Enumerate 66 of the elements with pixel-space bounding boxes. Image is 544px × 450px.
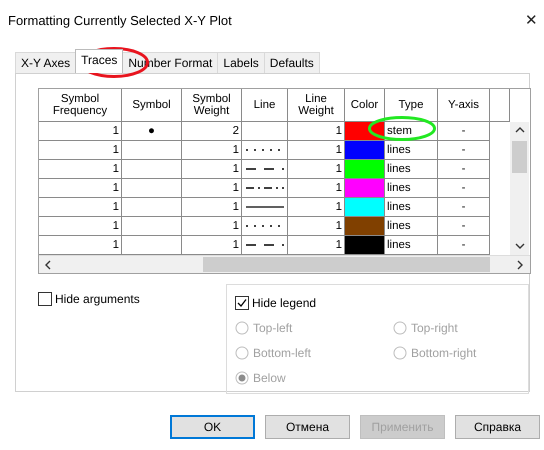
- table-cell: 1: [39, 122, 122, 141]
- radio-label: Bottom-left: [253, 346, 312, 360]
- table-cell: lines: [385, 198, 438, 217]
- column-header: Line Weight: [288, 89, 345, 122]
- column-header: Y-axis: [438, 89, 490, 122]
- dialog-button[interactable]: OK: [170, 415, 255, 439]
- checkbox-label: Hide arguments: [55, 292, 140, 306]
- table-cell: 1: [182, 198, 242, 217]
- table-cell: 1: [39, 198, 122, 217]
- checkbox-label: Hide legend: [252, 296, 316, 310]
- column-header: Type: [385, 89, 438, 122]
- color-swatch[interactable]: [345, 160, 384, 178]
- table-cell: -: [438, 217, 490, 236]
- close-button[interactable]: ✕: [525, 11, 538, 29]
- table-cell: lines: [385, 141, 438, 160]
- table-cell: ●: [122, 122, 182, 141]
- tab[interactable]: Traces: [75, 49, 124, 73]
- table-cell: 1: [39, 179, 122, 198]
- scrollbar-thumb[interactable]: [203, 257, 490, 272]
- color-swatch[interactable]: [345, 198, 384, 216]
- dialog-button[interactable]: Справка: [455, 415, 540, 439]
- vertical-scrollbar[interactable]: [510, 122, 529, 255]
- dialog-button[interactable]: Отмена: [265, 415, 350, 439]
- color-swatch[interactable]: [345, 217, 384, 235]
- column-header: Symbol Weight: [182, 89, 242, 122]
- checkbox[interactable]: [38, 292, 52, 306]
- table-cell: lines: [385, 160, 438, 179]
- table-cell: [122, 160, 182, 179]
- table-cell: 1: [39, 160, 122, 179]
- table-cell: 1: [182, 179, 242, 198]
- table-cell: [122, 217, 182, 236]
- scrollbar-thumb[interactable]: [512, 141, 527, 173]
- color-swatch[interactable]: [345, 141, 384, 159]
- table-cell: 1: [182, 141, 242, 160]
- tab[interactable]: Labels: [217, 52, 265, 73]
- tab[interactable]: X-Y Axes: [15, 52, 76, 73]
- table-cell: -: [438, 160, 490, 179]
- table-cell: lines: [385, 217, 438, 236]
- table-cell: stem: [385, 122, 438, 141]
- column-header: Symbol: [122, 89, 182, 122]
- radio-label: Top-left: [253, 321, 292, 335]
- table-cell: lines: [385, 179, 438, 198]
- table-cell: [122, 141, 182, 160]
- color-swatch[interactable]: [345, 179, 384, 197]
- table-cell: 1: [39, 217, 122, 236]
- column-header: Color: [345, 89, 385, 122]
- window-title: Formatting Currently Selected X-Y Plot: [8, 12, 232, 28]
- table-cell: [122, 198, 182, 217]
- horizontal-scrollbar[interactable]: [39, 255, 530, 273]
- table-cell: -: [438, 198, 490, 217]
- column-header: Line: [242, 89, 288, 122]
- checkbox[interactable]: [235, 296, 249, 310]
- table-cell: -: [438, 179, 490, 198]
- radio-label: Bottom-right: [411, 346, 476, 360]
- table-cell: [122, 179, 182, 198]
- column-header: Symbol Frequency: [39, 89, 122, 122]
- table-cell: 1: [182, 160, 242, 179]
- tab[interactable]: Defaults: [264, 52, 320, 73]
- color-swatch[interactable]: [345, 236, 384, 254]
- table-cell: 1: [182, 217, 242, 236]
- table-cell: -: [438, 141, 490, 160]
- radio-label: Below: [253, 371, 286, 385]
- radio-label: Top-right: [411, 321, 458, 335]
- table-cell: 1: [39, 141, 122, 160]
- table-cell: -: [438, 122, 490, 141]
- table-cell: 2: [182, 122, 242, 141]
